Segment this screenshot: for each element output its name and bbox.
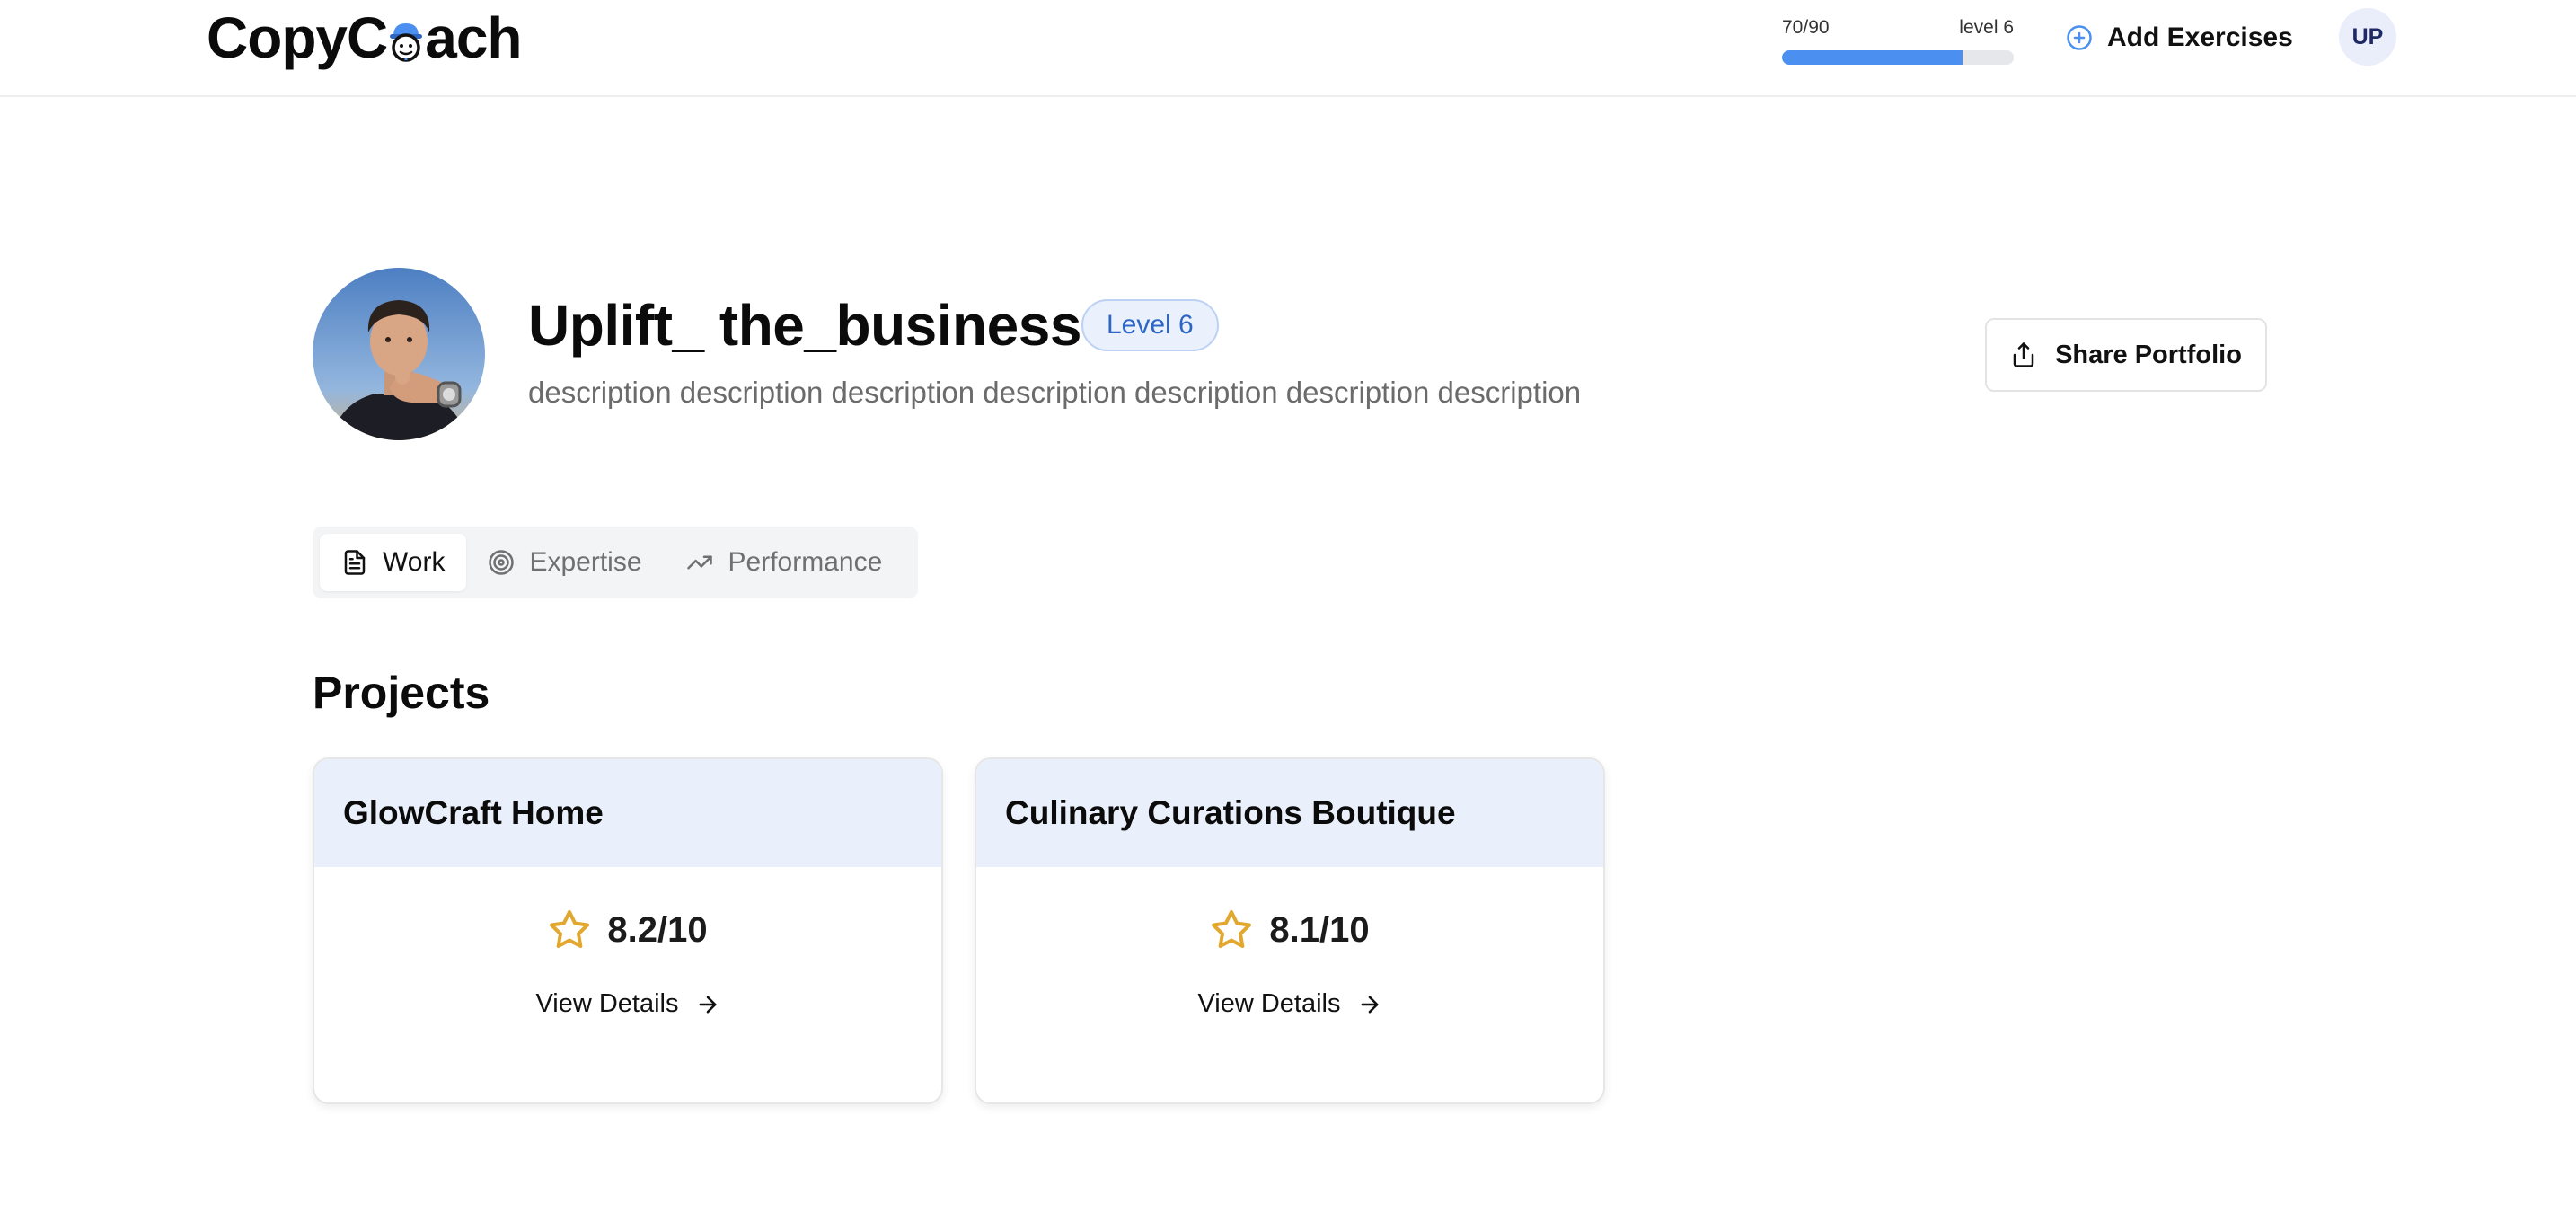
tab-work-label: Work	[383, 547, 446, 577]
xp-progress-fill	[1782, 50, 1963, 65]
trending-up-icon	[686, 555, 712, 570]
target-icon	[489, 550, 515, 575]
view-details-link[interactable]: View Details	[976, 989, 1603, 1019]
xp-progress: 70/90 level 6	[1782, 16, 2014, 65]
add-exercises-label: Add Exercises	[2107, 22, 2293, 52]
plus-circle-icon	[2067, 25, 2092, 50]
project-score: 8.2/10	[314, 908, 941, 952]
user-initials: UP	[2351, 23, 2384, 49]
project-card-title: Culinary Curations Boutique	[976, 759, 1603, 867]
document-icon	[344, 550, 366, 575]
star-icon	[550, 910, 590, 949]
profile-description: description description description desc…	[528, 376, 1582, 409]
project-card: GlowCraft Home 8.2/10 View Details	[313, 757, 943, 1104]
logo-text-start: CopyC	[207, 5, 388, 70]
coach-mascot-icon	[390, 23, 423, 62]
project-score-value: 8.2/10	[607, 909, 708, 950]
projects-heading: Projects	[313, 668, 490, 718]
add-exercises-button[interactable]: Add Exercises	[2066, 16, 2293, 59]
share-icon	[2013, 342, 2034, 367]
level-badge: Level 6	[1081, 299, 1219, 351]
share-portfolio-label: Share Portfolio	[2055, 340, 2242, 369]
project-card: Culinary Curations Boutique 8.1/10 View …	[975, 757, 1605, 1104]
tab-expertise[interactable]: Expertise	[466, 534, 663, 591]
user-avatar[interactable]: UP	[2339, 8, 2396, 66]
arrow-right-icon	[699, 996, 716, 1013]
project-score: 8.1/10	[976, 908, 1603, 952]
view-details-link[interactable]: View Details	[314, 989, 941, 1019]
app-logo[interactable]: CopyC ach	[207, 2, 523, 74]
tab-performance[interactable]: Performance	[664, 534, 904, 591]
arrow-right-icon	[1361, 996, 1378, 1013]
xp-progress-bar	[1782, 50, 2014, 65]
top-header: CopyC ach 70/90 level 6 Add Exercises UP	[0, 0, 2576, 97]
xp-level: level 6	[1959, 17, 2014, 38]
logo-text-end: ach	[425, 5, 522, 70]
share-portfolio-button[interactable]: Share Portfolio	[1985, 318, 2267, 392]
view-details-label: View Details	[1197, 989, 1341, 1018]
tab-performance-label: Performance	[728, 547, 883, 577]
view-details-label: View Details	[535, 989, 679, 1018]
profile-tabs: Work Expertise Performance	[313, 527, 918, 598]
profile-photo-image	[313, 268, 485, 440]
star-icon	[1212, 910, 1252, 949]
profile-name: Uplift_ the_business	[528, 293, 1081, 358]
tab-work[interactable]: Work	[320, 534, 467, 591]
xp-count: 70/90	[1782, 17, 1830, 38]
tab-expertise-label: Expertise	[529, 547, 642, 577]
project-card-title: GlowCraft Home	[314, 759, 941, 867]
project-score-value: 8.1/10	[1269, 909, 1370, 950]
profile-photo	[313, 268, 485, 440]
